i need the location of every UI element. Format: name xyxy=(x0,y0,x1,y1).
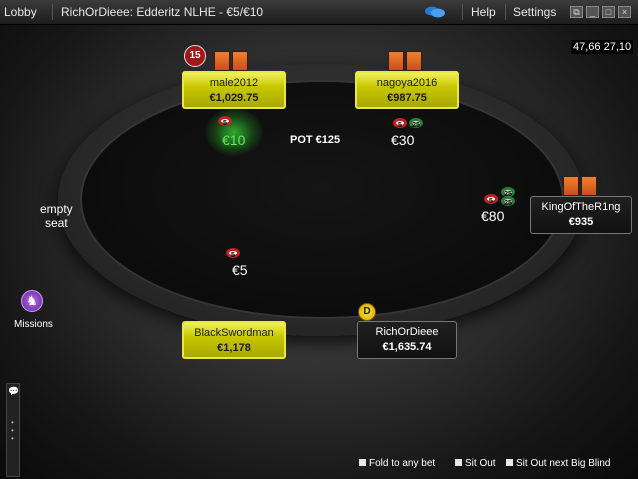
hole-cards xyxy=(563,176,597,196)
sit-out-option[interactable]: Sit Out xyxy=(455,458,496,469)
player-stack: €1,178 xyxy=(217,342,251,354)
restore-icon[interactable]: ⧉ xyxy=(570,6,583,18)
settings-button[interactable]: Settings xyxy=(513,5,556,19)
player-stack: €935 xyxy=(568,216,594,228)
seat-blackswordman[interactable]: BlackSwordman €1,178 xyxy=(182,321,286,359)
card-back xyxy=(581,176,597,196)
player-level-badge: 15 xyxy=(184,45,206,67)
bet-amount: €5 xyxy=(232,262,248,278)
sit-out-next-big-blind-option[interactable]: Sit Out next Big Blind xyxy=(506,458,611,469)
grip-handle-icon: • • • xyxy=(11,418,14,443)
card-back xyxy=(388,51,404,71)
bet-amount: €10 xyxy=(222,132,246,148)
chat-icon: 💬 xyxy=(8,386,20,396)
empty-seat-label: seat xyxy=(45,216,68,230)
card-back xyxy=(406,51,422,71)
player-name: KingOfTheR1ng xyxy=(541,201,621,213)
help-button[interactable]: Help xyxy=(471,5,496,19)
missions-label[interactable]: Missions xyxy=(14,319,53,330)
card-back xyxy=(232,51,248,71)
player-stack: €987.75 xyxy=(387,92,427,104)
fold-to-any-bet-option[interactable]: Fold to any bet xyxy=(359,458,435,469)
option-label: Sit Out next Big Blind xyxy=(516,458,611,469)
player-name: BlackSwordman xyxy=(194,327,274,339)
chip-icon: 25 xyxy=(501,196,515,207)
lobby-button[interactable]: Lobby xyxy=(4,5,37,19)
bet-amount: €80 xyxy=(481,208,505,224)
card-back xyxy=(214,51,230,71)
checkbox[interactable] xyxy=(506,459,513,466)
card-back xyxy=(563,176,579,196)
bet-amount: €30 xyxy=(391,132,415,148)
maximize-icon[interactable]: □ xyxy=(602,6,615,18)
timer-readout: 47,66 27,10 xyxy=(571,40,634,54)
hole-cards xyxy=(214,51,248,71)
checkbox[interactable] xyxy=(455,459,462,466)
chip-icon: 5 xyxy=(218,116,232,127)
title-bar: Lobby RichOrDieee: Edderitz NLHE - €5/€1… xyxy=(0,0,638,25)
dealer-button: D xyxy=(358,303,376,321)
chip-icon: 25 xyxy=(409,118,423,129)
pot-amount: POT €125 xyxy=(290,134,341,146)
window-controls: ⧉ _ □ × xyxy=(570,6,631,18)
chip-icon: 5 xyxy=(393,118,407,129)
player-stack: €1,029.75 xyxy=(209,92,259,104)
divider xyxy=(462,4,463,20)
checkbox[interactable] xyxy=(359,459,366,466)
seat-male2012[interactable]: male2012 €1,029.75 xyxy=(182,71,286,109)
table-title: RichOrDieee: Edderitz NLHE - €5/€10 xyxy=(61,5,264,19)
player-stack: €1,635.74 xyxy=(382,341,432,353)
empty-seat[interactable]: empty seat xyxy=(40,202,73,230)
seat-nagoya2016[interactable]: nagoya2016 €987.75 xyxy=(355,71,459,109)
missions-icon[interactable]: ♞ xyxy=(21,290,43,312)
empty-seat-label: empty xyxy=(40,202,73,216)
player-name: male2012 xyxy=(209,77,259,89)
close-icon[interactable]: × xyxy=(618,6,631,18)
seat-kingofther1ng[interactable]: KingOfTheR1ng €935 xyxy=(530,196,632,234)
hole-cards xyxy=(388,51,422,71)
seat-richordieee[interactable]: RichOrDieee €1,635.74 xyxy=(357,321,457,359)
chip-icon: 5 xyxy=(226,248,240,259)
option-label: Sit Out xyxy=(465,458,496,469)
divider xyxy=(52,4,53,20)
chip-icon: 5 xyxy=(484,194,498,205)
poker-table-window: Lobby RichOrDieee: Edderitz NLHE - €5/€1… xyxy=(0,0,638,479)
player-name: RichOrDieee xyxy=(375,326,439,338)
chat-panel-tab[interactable]: 💬 • • • xyxy=(6,383,20,477)
player-name: nagoya2016 xyxy=(376,77,438,89)
option-label: Fold to any bet xyxy=(369,458,436,469)
minimize-icon[interactable]: _ xyxy=(586,6,599,18)
chat-bubbles-icon[interactable] xyxy=(424,6,446,18)
divider xyxy=(505,4,506,20)
